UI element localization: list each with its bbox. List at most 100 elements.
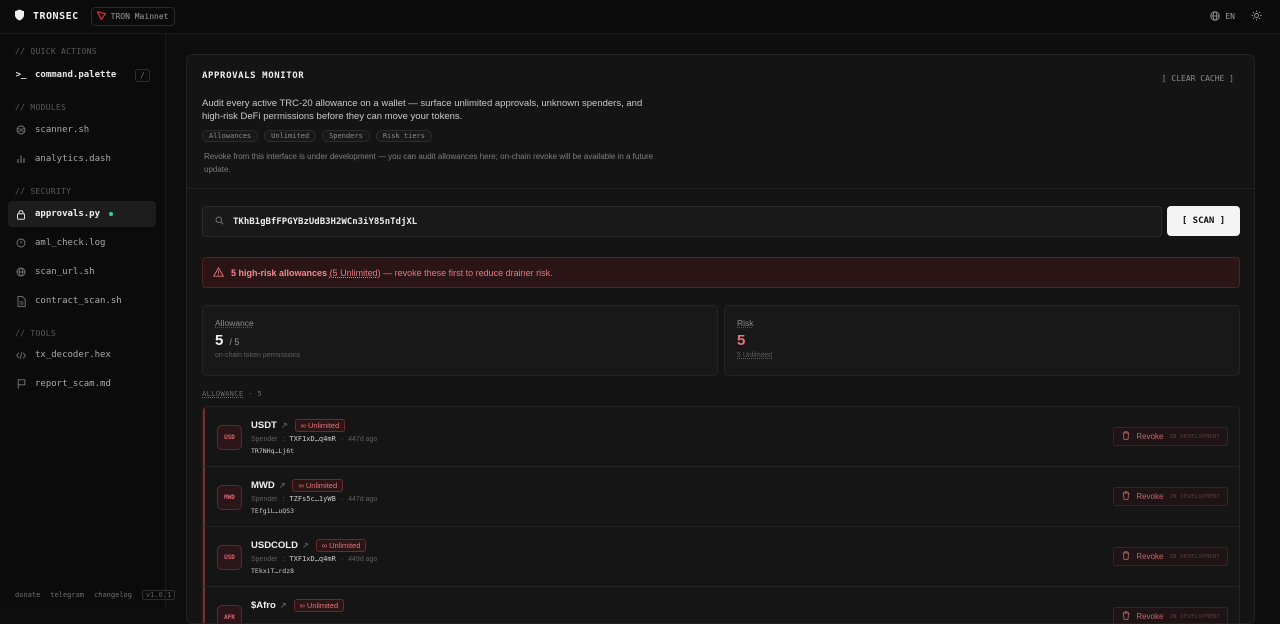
sidebar-item-label: scanner.sh xyxy=(35,125,90,135)
tag-spenders: Spenders xyxy=(322,130,370,142)
brand[interactable]: TRONSEC xyxy=(14,9,79,24)
tron-logo-icon xyxy=(96,10,107,22)
language-selector[interactable]: EN xyxy=(1210,10,1235,23)
spender-label: Spender xyxy=(251,435,278,443)
prompt-icon: >_ xyxy=(15,70,27,80)
approval-age: 447d ago xyxy=(348,495,378,503)
sidebar-item-command-palette[interactable]: >_ command.palette / xyxy=(8,62,156,88)
revoke-label: Revoke xyxy=(1136,612,1164,621)
allowance-stat-card: Allowance 5 / 5 on-chain token permissio… xyxy=(202,305,718,376)
external-link-icon[interactable]: ↗ xyxy=(302,541,309,550)
top-bar: TRONSEC TRON Mainnet EN xyxy=(0,0,1280,34)
globe-icon xyxy=(16,267,26,277)
sidebar-item-scanner[interactable]: scanner.sh xyxy=(8,117,156,143)
telegram-link[interactable]: telegram xyxy=(50,591,84,599)
page-title: APPROVALS MONITOR xyxy=(202,71,305,81)
spender-label: Spender xyxy=(251,555,278,563)
clear-cache-button[interactable]: [ CLEAR CACHE ] xyxy=(1162,74,1234,83)
scan-button[interactable]: [ SCAN ] xyxy=(1167,206,1240,236)
spender-address[interactable]: TXF1xD…q4mR xyxy=(289,435,335,443)
section-modules: // MODULES xyxy=(15,103,67,112)
section-tools: // TOOLS xyxy=(15,329,56,338)
sidebar-item-approvals[interactable]: approvals.py xyxy=(8,201,156,227)
shield-logo-icon xyxy=(14,9,25,24)
stat-label: Risk xyxy=(737,318,754,328)
unlimited-badge: ∞ Unlimited xyxy=(293,599,345,612)
changelog-link[interactable]: changelog xyxy=(94,591,132,599)
list-title: ALLOWANCE xyxy=(202,390,244,398)
allowance-row: USD USDCOLD ↗ ∞ Unlimited Spender : TXF1… xyxy=(203,527,1239,587)
risk-stat-card: Risk 5 5 Unlimited xyxy=(724,305,1240,376)
shortcut-key: / xyxy=(135,68,150,82)
allowance-row: MWD MWD ↗ ∞ Unlimited Spender : TZFs5c…1… xyxy=(203,467,1239,527)
sidebar-item-label: analytics.dash xyxy=(35,154,111,164)
external-link-icon[interactable]: ↗ xyxy=(279,481,286,490)
warning-triangle-icon xyxy=(212,266,225,279)
revoke-button[interactable]: Revoke IN DEVELOPMENT xyxy=(1113,607,1228,623)
sidebar-item-aml-check[interactable]: aml_check.log xyxy=(8,230,156,256)
feature-tags: Allowances Unlimited Spenders Risk tiers xyxy=(202,130,432,142)
high-risk-alert: 5 high-risk allowances (5 Unlimited) — r… xyxy=(202,257,1240,288)
divider xyxy=(187,188,1254,189)
revoke-button[interactable]: Revoke IN DEVELOPMENT xyxy=(1113,427,1228,446)
language-label: EN xyxy=(1225,12,1235,21)
version-badge: v1.0.1 xyxy=(141,590,176,600)
trash-icon xyxy=(1122,431,1130,442)
stat-value: 5 xyxy=(215,332,224,349)
owner-address[interactable]: TR7NHq…Lj6t xyxy=(251,447,294,455)
sidebar-item-report-scam[interactable]: report_scam.md xyxy=(8,371,156,397)
alert-message: — revoke these first to reduce drainer r… xyxy=(380,267,553,278)
lock-icon xyxy=(16,209,26,220)
tag-unlimited: Unlimited xyxy=(264,130,317,142)
stat-total: / 5 xyxy=(229,337,240,347)
theme-toggle-sun-icon[interactable] xyxy=(1251,10,1262,24)
unlimited-badge: ∞ Unlimited xyxy=(294,419,346,432)
external-link-icon[interactable]: ↗ xyxy=(281,421,288,430)
sidebar-item-label: aml_check.log xyxy=(35,238,106,248)
approvals-panel: APPROVALS MONITOR [ CLEAR CACHE ] Audit … xyxy=(186,54,1255,624)
owner-address[interactable]: TEkxiT…rdz8 xyxy=(251,567,294,575)
unlimited-badge: ∞ Unlimited xyxy=(292,479,344,492)
alert-unlimited-link[interactable]: (5 Unlimited) xyxy=(330,268,381,278)
wallet-address-input[interactable] xyxy=(233,216,1133,227)
revoke-label: Revoke xyxy=(1136,552,1164,561)
allowance-row: USD USDT ↗ ∞ Unlimited Spender : TXF1xD…… xyxy=(203,407,1239,467)
stat-subtext: 5 Unlimited xyxy=(737,352,773,359)
sidebar-item-analytics[interactable]: analytics.dash xyxy=(8,146,156,172)
globe-scan-icon xyxy=(16,125,26,135)
section-quick-actions: // QUICK ACTIONS xyxy=(15,47,97,56)
sidebar-item-scan-url[interactable]: scan_url.sh xyxy=(8,259,156,285)
revoke-label: Revoke xyxy=(1136,432,1164,441)
sidebar-item-tx-decoder[interactable]: tx_decoder.hex xyxy=(8,342,156,368)
owner-address[interactable]: TEfg1L…uQS3 xyxy=(251,507,294,515)
revoke-button[interactable]: Revoke IN DEVELOPMENT xyxy=(1113,487,1228,506)
sidebar-item-label: approvals.py xyxy=(35,209,101,219)
development-notice: Revoke from this interface is under deve… xyxy=(204,152,654,174)
token-avatar: AFR xyxy=(217,605,242,623)
spender-address[interactable]: TZFs5c…1yWB xyxy=(289,495,335,503)
token-avatar: MWD xyxy=(217,485,242,510)
network-selector[interactable]: TRON Mainnet xyxy=(90,7,176,26)
token-name: USDT xyxy=(251,420,277,431)
stat-label: Allowance xyxy=(215,318,254,328)
allowance-list: USD USDT ↗ ∞ Unlimited Spender : TXF1xD…… xyxy=(202,406,1240,623)
list-header: ALLOWANCE · 5 xyxy=(202,390,262,398)
sidebar-item-label: contract_scan.sh xyxy=(35,296,122,306)
sidebar-footer: donate telegram changelog v1.0.1 xyxy=(15,590,176,600)
brand-name: TRONSEC xyxy=(33,11,79,22)
network-label: TRON Mainnet xyxy=(110,12,169,21)
sidebar-item-contract-scan[interactable]: contract_scan.sh xyxy=(8,288,156,314)
alert-count: 5 high-risk allowances xyxy=(231,267,328,278)
stat-value: 5 xyxy=(737,332,746,349)
trash-icon xyxy=(1122,611,1130,622)
revoke-button[interactable]: Revoke IN DEVELOPMENT xyxy=(1113,547,1228,566)
flag-icon xyxy=(16,379,26,389)
donate-link[interactable]: donate xyxy=(15,591,40,599)
wallet-search-box[interactable] xyxy=(202,206,1162,237)
spender-label: Spender xyxy=(251,495,278,503)
token-avatar: USD xyxy=(217,425,242,450)
spender-address[interactable]: TXF1xD…q4mR xyxy=(289,555,335,563)
tag-allowances: Allowances xyxy=(202,130,259,142)
shield-icon xyxy=(16,238,26,248)
tag-risk-tiers: Risk tiers xyxy=(375,130,432,142)
